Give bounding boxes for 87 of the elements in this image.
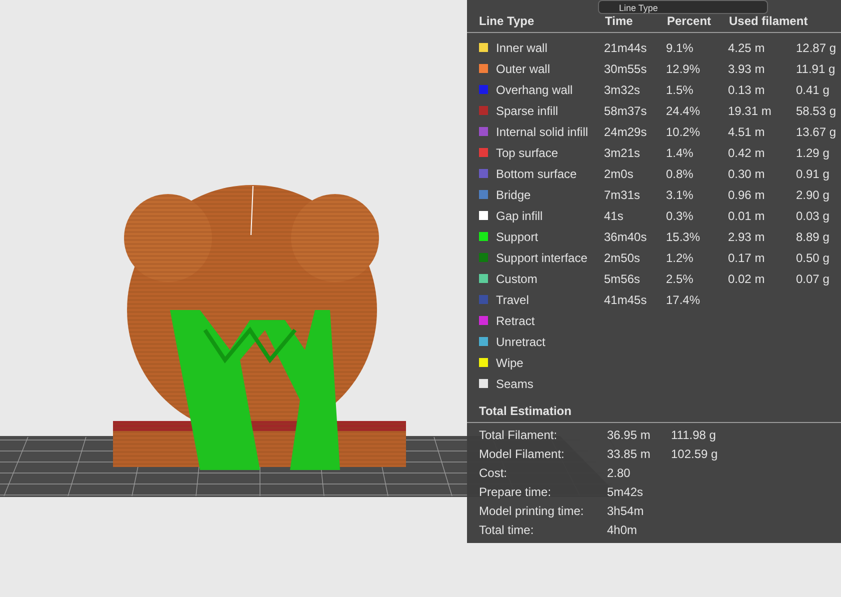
line-type-label: Support [496,230,540,244]
percent-value: 3.1% [666,188,694,202]
percent-value: 12.9% [666,62,702,76]
weight-value: 58.53 g [796,104,838,118]
percent-value: 17.4% [666,292,702,306]
weight-value: 1.29 g [796,146,830,160]
weight-value: 0.41 g [796,82,830,96]
length-value: 3.93 m [728,62,766,76]
estimate-value: 102.59 g [671,446,719,460]
time-value: 41s [604,208,624,222]
line-type-label: Sparse infill [496,104,560,118]
weight-value: 11.91 g [796,62,836,76]
percent-value: 1.2% [666,250,694,264]
estimate-value: 5m42s [607,484,644,498]
estimate-label: Total Filament: [479,428,558,442]
column-header: Percent [667,14,712,28]
time-value: 3m32s [604,82,642,96]
line-type-label: Seams [496,376,534,390]
line-type-label: Retract [496,314,536,328]
estimate-label: Cost: [479,466,508,480]
column-header: Time [605,14,634,28]
line-type-label: Internal solid infill [496,124,590,138]
length-value: 0.30 m [728,166,766,180]
percent-value: 9.1% [666,40,694,54]
line-type-label: Bridge [496,188,532,202]
column-header: Used filament [729,14,809,28]
length-value: 4.25 m [728,40,766,54]
percent-value: 2.5% [666,272,694,286]
section-title: Total Estimation [467,404,841,423]
view-type-dropdown[interactable]: Line Type [598,0,768,14]
line-type-label: Inner wall [496,40,548,54]
weight-value: 8.89 g [796,230,830,244]
estimate-value: 3h54m [607,504,645,518]
line-type-label: Unretract [496,334,546,348]
line-type-label: Outer wall [496,62,552,76]
line-type-label: Bottom surface [496,166,578,180]
time-value: 41m45s [604,292,648,306]
line-type-label: Wipe [496,356,524,370]
weight-value: 2.90 g [796,188,830,202]
time-value: 24m29s [604,124,648,138]
weight-value: 12.87 g [796,40,838,54]
line-type-label: Gap infill [496,208,544,222]
estimate-value: 33.85 m [607,446,652,460]
line-type-label: Overhang wall [496,82,574,96]
line-type-label: Support interface [496,250,588,264]
length-value: 0.02 m [728,272,766,286]
weight-value: 0.03 g [796,208,830,222]
percent-value: 1.5% [666,82,694,96]
percent-value: 24.4% [666,104,702,118]
estimate-value: 111.98 g [671,428,717,442]
length-value: 0.96 m [728,188,766,202]
length-value: 0.13 m [728,82,766,96]
length-value: 0.01 m [728,208,766,222]
length-value: 19.31 m [728,104,772,118]
length-value: 4.51 m [728,124,766,138]
line-type-label: Travel [496,292,530,306]
length-value: 0.17 m [728,250,766,264]
length-value: 0.42 m [728,146,766,160]
weight-value: 13.67 g [796,124,838,138]
percent-value: 10.2% [666,124,702,138]
percent-value: 15.3% [666,230,702,244]
weight-value: 0.91 g [796,166,830,180]
time-value: 5m56s [604,272,642,286]
estimate-label: Total time: [479,522,535,536]
time-value: 2m0s [604,166,634,180]
percent-value: 1.4% [666,146,694,160]
time-value: 30m55s [604,62,648,76]
time-value: 7m31s [604,188,642,202]
estimate-value: 4h0m [607,522,638,536]
time-value: 36m40s [604,230,648,244]
column-header: Line Type [479,14,536,28]
estimate-label: Prepare time: [479,484,552,498]
estimate-value: 2.80 [607,466,632,480]
time-value: 3m21s [604,146,642,160]
line-type-label: Custom [496,272,538,286]
estimate-value: 36.95 m [607,428,652,442]
weight-value: 0.50 g [796,250,830,264]
weight-value: 0.07 g [796,272,830,286]
time-value: 58m37s [604,104,648,118]
percent-value: 0.3% [666,208,694,222]
line-type-label: Top surface [496,146,560,160]
estimate-label: Model Filament: [479,446,566,460]
time-value: 21m44s [604,40,648,54]
length-value: 2.93 m [728,230,766,244]
time-value: 2m50s [604,250,642,264]
estimate-label: Model printing time: [479,504,585,518]
percent-value: 0.8% [666,166,694,180]
